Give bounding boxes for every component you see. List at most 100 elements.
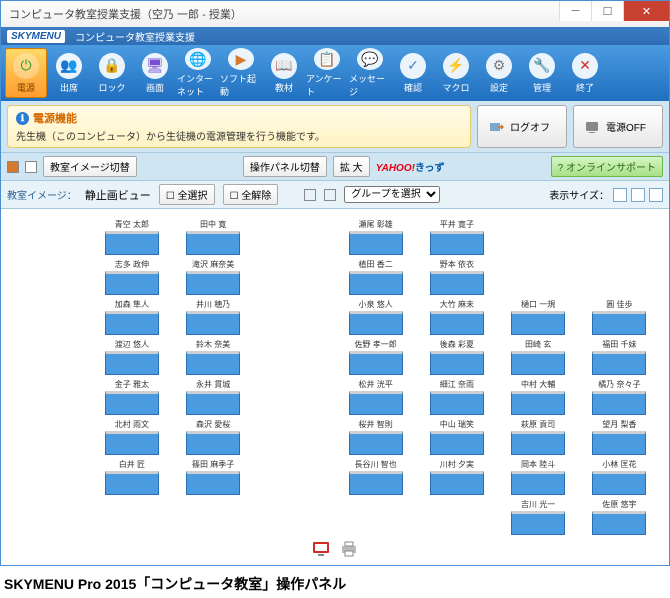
toolbar-internet-button[interactable]: 🌐インターネット [177,48,219,98]
size-small-button[interactable] [613,188,627,202]
seat-box [592,311,646,335]
view-icon-1[interactable] [304,189,316,201]
seat[interactable]: 瀬尾 彰雄 [340,219,411,255]
toolbar-power-button[interactable]: ⏻電源 [5,48,47,98]
seat[interactable]: 中村 大輔 [503,379,574,415]
online-support-button[interactable]: ? オンラインサポート [551,156,663,177]
toolbar-launch-button[interactable]: ▶ソフト起動 [220,48,262,98]
view-icon-2[interactable] [324,189,336,201]
toolbar-screen-button[interactable]: 🖥画面 [134,48,176,98]
seat[interactable]: 松井 洸平 [340,379,411,415]
seat[interactable]: 佐野 孝一郎 [340,339,411,375]
survey-icon: 📋 [314,48,340,70]
seat-box [430,391,484,415]
select-all-button[interactable]: ☐ 全選択 [159,184,215,205]
seat[interactable]: 桜井 智則 [340,419,411,455]
seat[interactable]: 青空 太郎 [96,219,167,255]
seat[interactable]: 福田 千妹 [584,339,655,375]
seat[interactable]: 岡本 陸斗 [503,459,574,495]
seat[interactable]: 樋口 一規 [503,299,574,335]
seat[interactable]: 金子 雅太 [96,379,167,415]
toolbar-lock-button[interactable]: 🔒ロック [91,48,133,98]
seat-box [511,471,565,495]
seat[interactable]: 川村 夕実 [421,459,492,495]
seat[interactable]: 田中 寛 [178,219,249,255]
seat-name: 植田 香二 [359,259,393,270]
group-select[interactable]: グループを選択 [344,186,440,203]
toolbar-materials-button[interactable]: 📖教材 [263,48,305,98]
seat[interactable]: 大竹 麻未 [421,299,492,335]
seat[interactable]: 橘乃 奈々子 [584,379,655,415]
seat[interactable]: 滝沢 麻奈美 [178,259,249,295]
launch-icon: ▶ [228,48,254,70]
toolbar-settings-button[interactable]: ⚙設定 [478,48,520,98]
seat[interactable]: 植田 香二 [340,259,411,295]
toolbar-message-button[interactable]: 💬メッセージ [349,48,391,98]
seat[interactable]: 鈴木 奈美 [178,339,249,375]
seat[interactable]: 井川 穂乃 [178,299,249,335]
seat[interactable]: 平井 寛子 [421,219,492,255]
toolbar-admin-button[interactable]: 🔧管理 [521,48,563,98]
seat[interactable]: 圓 佳歩 [584,299,655,335]
app-logo: SKYMENU [7,30,65,43]
seat[interactable]: 萩原 貢司 [503,419,574,455]
close-button[interactable]: ✕ [623,1,669,21]
seat-name: 望月 梨香 [602,419,636,430]
seat-name: 後森 彩夏 [440,339,474,350]
layout-icon-1[interactable] [7,161,19,173]
maximize-button[interactable]: ☐ [591,1,623,21]
minimize-button[interactable]: ─ [559,1,591,21]
seat[interactable]: 北村 雨文 [96,419,167,455]
admin-icon: 🔧 [529,53,555,79]
seat[interactable]: 田崎 玄 [503,339,574,375]
seat-name: 篠田 麻季子 [192,459,234,470]
switch-panel-button[interactable]: 操作パネル切替 [243,156,327,177]
seat[interactable]: 小林 匡花 [584,459,655,495]
seat-box [349,311,403,335]
seat[interactable]: 渡辺 悠人 [96,339,167,375]
seat[interactable]: 野本 依衣 [421,259,492,295]
seat[interactable]: 志多 政伸 [96,259,167,295]
toolbar-exit-button[interactable]: ✕終了 [564,48,606,98]
toolbar-attendance-button[interactable]: 👥出席 [48,48,90,98]
seat[interactable]: 後森 彩夏 [421,339,492,375]
switch-image-button[interactable]: 教室イメージ切替 [43,156,137,177]
seat[interactable]: 小泉 悠人 [340,299,411,335]
seat[interactable]: 長谷川 智也 [340,459,411,495]
seat[interactable]: 中山 瑞笑 [421,419,492,455]
exit-icon: ✕ [572,53,598,79]
seat-box [349,471,403,495]
macro-icon: ⚡ [443,53,469,79]
size-med-button[interactable] [631,188,645,202]
seat[interactable]: 篠田 麻季子 [178,459,249,495]
seat[interactable]: 吉川 光一 [503,499,574,535]
layout-icon-2[interactable] [25,161,37,173]
logoff-button[interactable]: ログオフ [477,105,567,148]
zoom-button[interactable]: 拡 大 [333,156,370,177]
seat-box [186,431,240,455]
image-label: 教室イメージ： [7,187,77,202]
logoff-icon [488,119,504,135]
seat[interactable]: 望月 梨香 [584,419,655,455]
toolbar-confirm-button[interactable]: ✓確認 [392,48,434,98]
yahoo-kids-link[interactable]: YAHOO!きっず [376,159,445,174]
titlebar: コンピュータ教室授業支援（空乃 一郎 - 授業） ─ ☐ ✕ [1,1,669,27]
settings-icon: ⚙ [486,53,512,79]
poweroff-button[interactable]: 電源OFF [573,105,663,148]
seat[interactable]: 永井 貫城 [178,379,249,415]
seat-box [592,431,646,455]
size-large-button[interactable] [649,188,663,202]
deselect-all-button[interactable]: ☐ 全解除 [223,184,279,205]
seat[interactable]: 細江 奈雨 [421,379,492,415]
seat-name: 滝沢 麻奈美 [192,259,234,270]
seat[interactable]: 森沢 愛桜 [178,419,249,455]
page-caption: SKYMENU Pro 2015「コンピュータ教室」操作パネル [0,566,670,598]
toolbar-survey-button[interactable]: 📋アンケート [306,48,348,98]
seat[interactable]: 白井 匠 [96,459,167,495]
toolbar-macro-button[interactable]: ⚡マクロ [435,48,477,98]
materials-icon: 📖 [271,53,297,79]
message-icon: 💬 [357,48,383,70]
seat[interactable]: 加森 隼人 [96,299,167,335]
seat[interactable]: 佐原 悠宇 [584,499,655,535]
seat-box [592,391,646,415]
